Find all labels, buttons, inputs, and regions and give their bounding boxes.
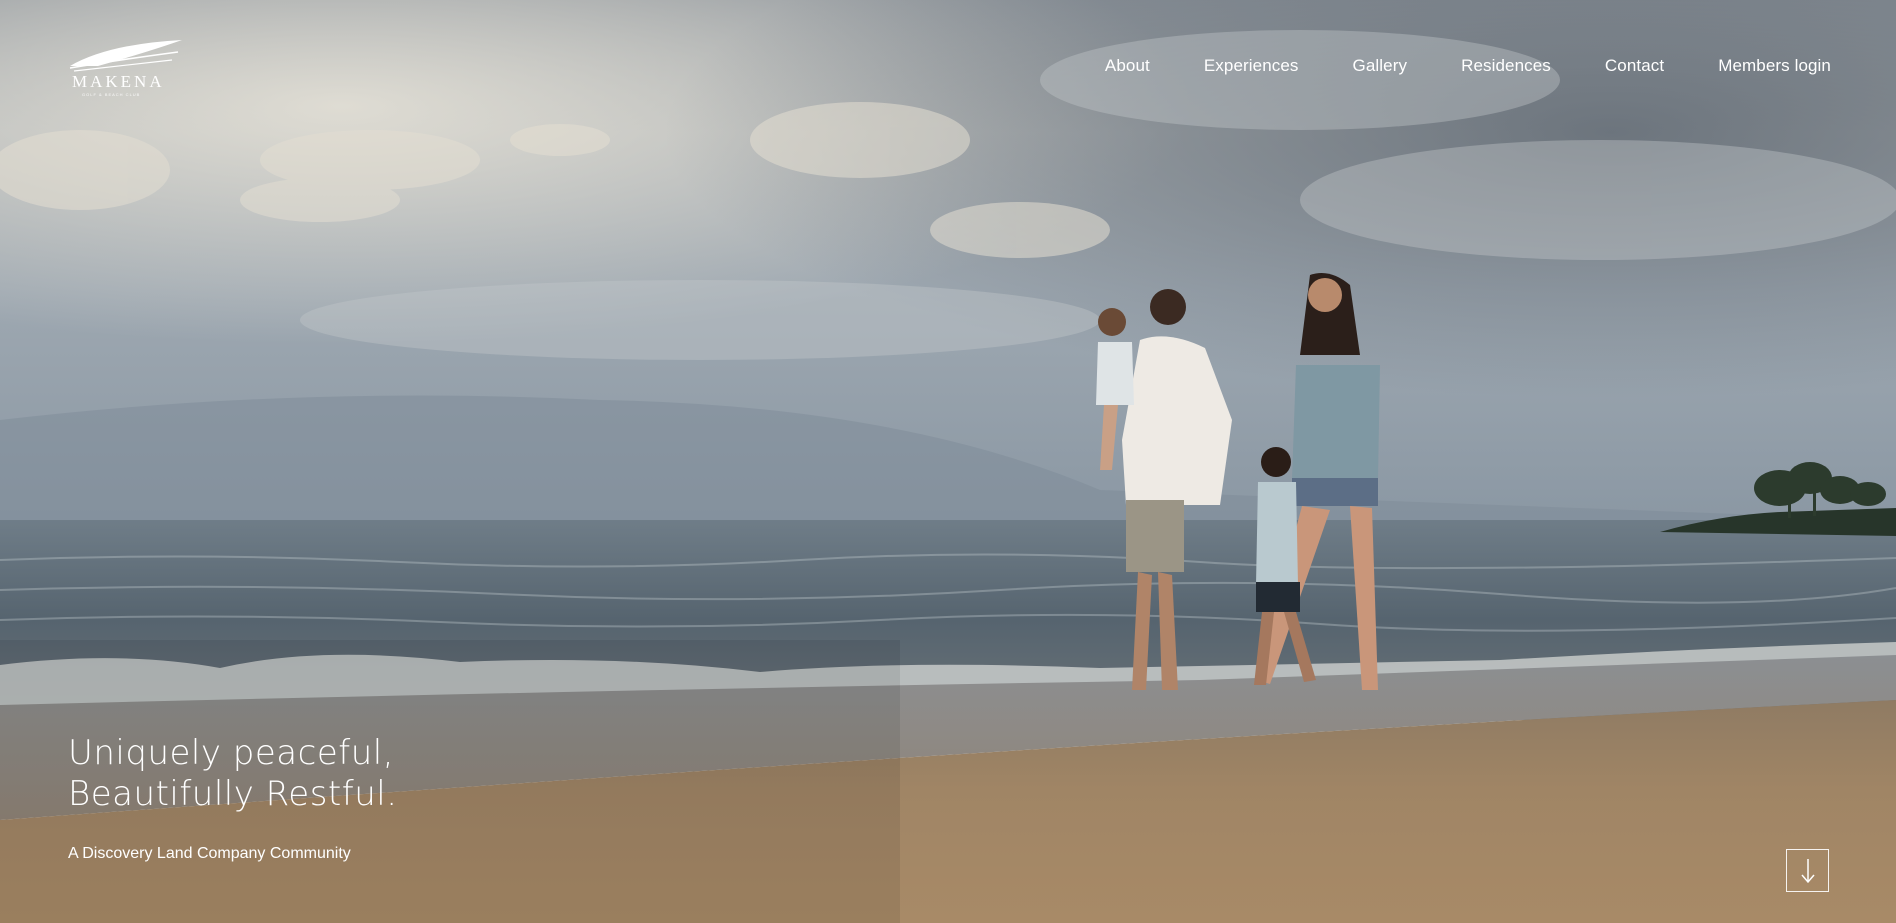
scroll-down-button[interactable] (1786, 849, 1829, 892)
headline-line-1: Uniquely peaceful, (68, 733, 395, 773)
nav-item-residences[interactable]: Residences (1461, 56, 1551, 76)
logo-tagline: GOLF & BEACH CLUB (82, 92, 141, 97)
nav-item-contact[interactable]: Contact (1605, 56, 1664, 76)
nav-item-gallery[interactable]: Gallery (1353, 56, 1408, 76)
arrow-down-icon (1800, 858, 1815, 883)
nav-item-experiences[interactable]: Experiences (1204, 56, 1299, 76)
headline-line-2: Beautifully Restful. (68, 774, 398, 814)
makena-logo[interactable]: MAKENA GOLF & BEACH CLUB (68, 38, 184, 100)
nav-item-about[interactable]: About (1105, 56, 1150, 76)
hero-subheadline: A Discovery Land Company Community (68, 845, 351, 862)
logo-wordmark: MAKENA (72, 72, 165, 91)
hero-headline: Uniquely peaceful, Beautifully Restful. (68, 733, 398, 815)
main-nav: About Experiences Gallery Residences Con… (1051, 56, 1831, 76)
nav-item-members-login[interactable]: Members login (1718, 56, 1831, 76)
hero-section: MAKENA GOLF & BEACH CLUB About Experienc… (0, 0, 1896, 923)
wave-sail-icon (69, 40, 182, 72)
